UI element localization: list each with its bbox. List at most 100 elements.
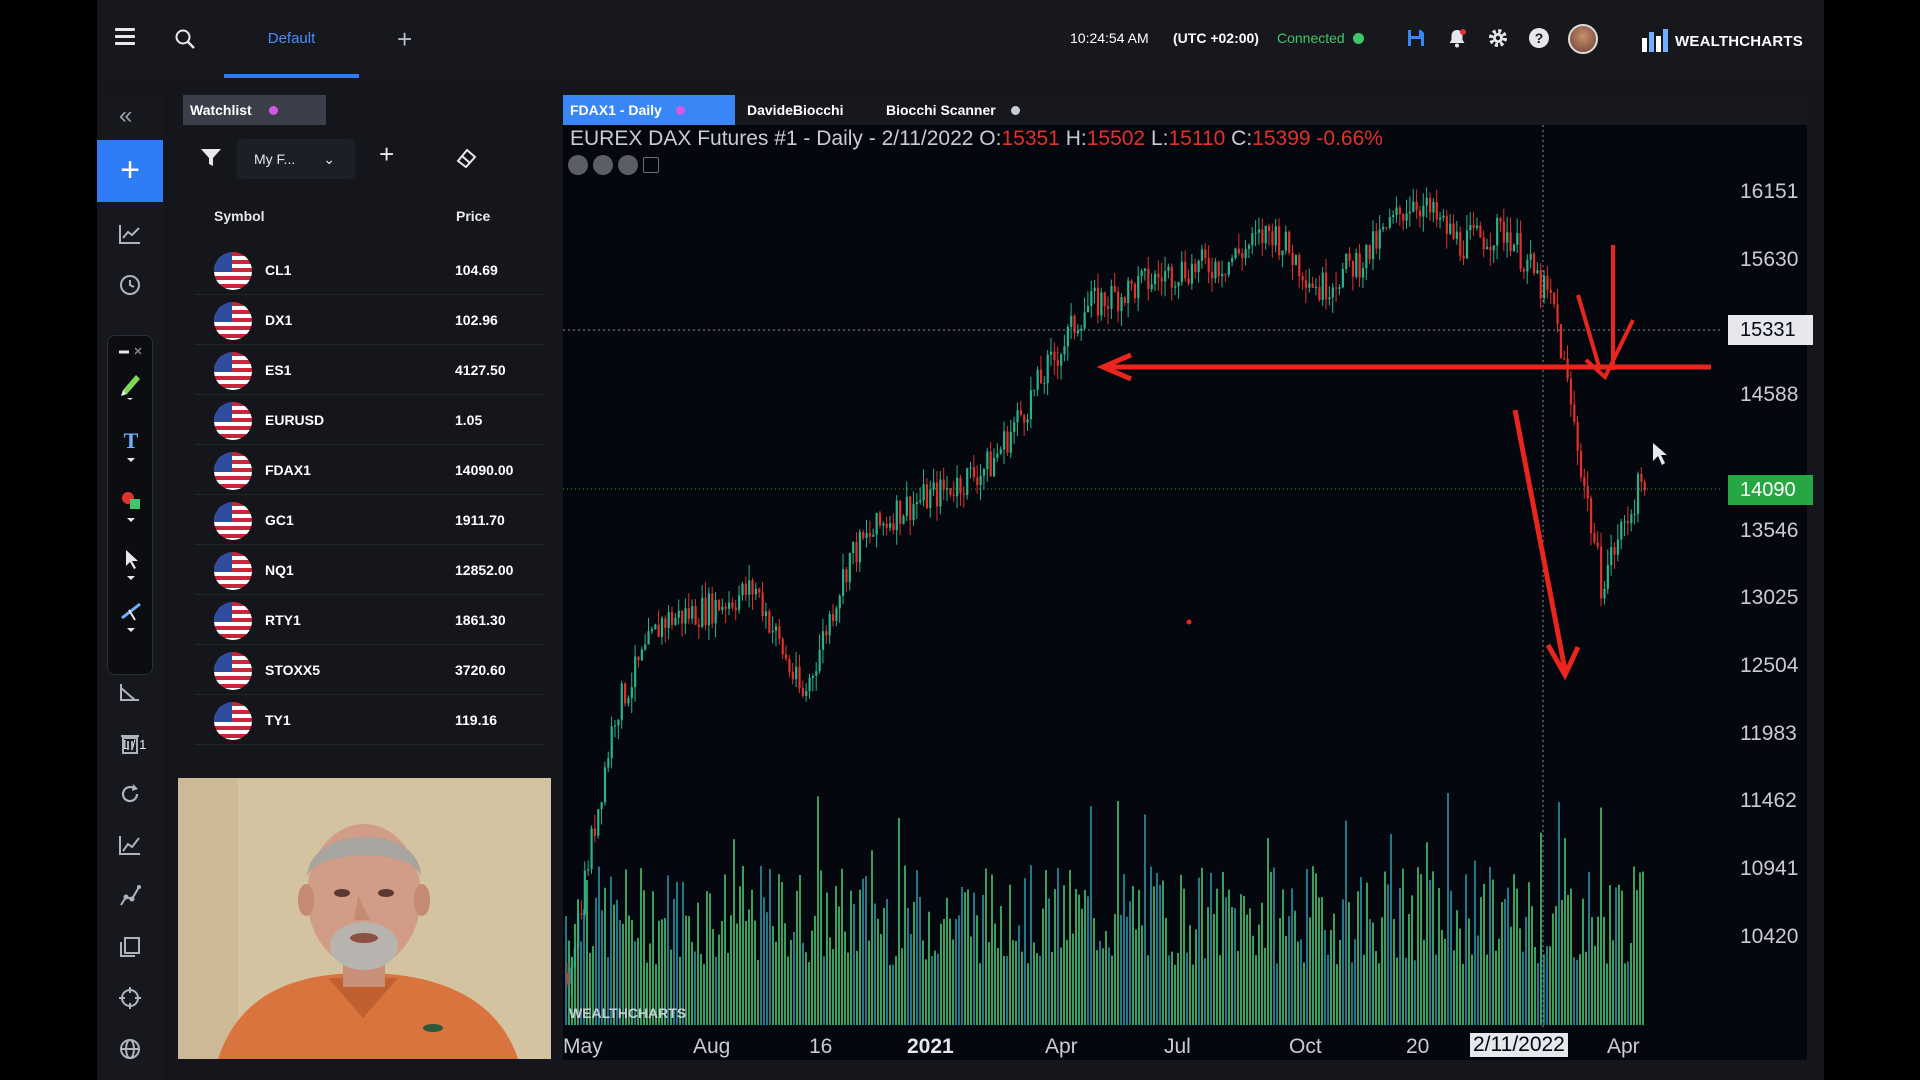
add-pane-icon[interactable] bbox=[643, 157, 659, 173]
timezone-label[interactable]: (UTC +02:00) bbox=[1173, 30, 1259, 46]
gear-icon[interactable] bbox=[1487, 27, 1509, 49]
minimize-icon[interactable] bbox=[117, 346, 143, 368]
volume-bar bbox=[970, 936, 972, 1025]
candle-body bbox=[1284, 231, 1287, 251]
volume-bar bbox=[1516, 888, 1518, 1025]
watchlist-row[interactable]: TY1 119.16 bbox=[195, 695, 545, 745]
copy-icon[interactable] bbox=[118, 935, 142, 959]
tab-watchlist[interactable]: Watchlist bbox=[183, 95, 326, 125]
help-icon[interactable]: ? bbox=[1528, 27, 1550, 49]
collapse-up-icon[interactable] bbox=[618, 155, 638, 175]
candle-body bbox=[1157, 273, 1160, 278]
watchlist-symbol: ES1 bbox=[265, 362, 292, 378]
candle-body bbox=[1056, 360, 1059, 366]
chart-plot[interactable] bbox=[563, 125, 1720, 1030]
clock-icon[interactable] bbox=[118, 273, 142, 297]
candle-body bbox=[1006, 431, 1009, 453]
tab-biocchi-scanner[interactable]: Biocchi Scanner bbox=[879, 95, 1020, 125]
tab-default[interactable]: Default bbox=[224, 0, 359, 78]
watchlist-row[interactable]: FDAX1 14090.00 bbox=[195, 445, 545, 495]
watchlist-symbol: FDAX1 bbox=[265, 462, 311, 478]
price-axis[interactable]: 1615115630151091458813546130251250411983… bbox=[1720, 125, 1813, 1025]
tab-color-dot-icon[interactable] bbox=[676, 106, 685, 115]
volume-bar bbox=[730, 915, 732, 1025]
shapes-icon[interactable] bbox=[119, 488, 143, 522]
collapse-panel-icon[interactable]: « bbox=[119, 102, 132, 130]
trash-icon[interactable] bbox=[118, 731, 142, 755]
volume-bar bbox=[709, 893, 711, 1025]
volume-bar bbox=[1615, 887, 1617, 1025]
candle-body bbox=[888, 523, 892, 528]
candle-body bbox=[1546, 275, 1549, 290]
volume-bar bbox=[1429, 880, 1431, 1025]
search-icon[interactable] bbox=[174, 28, 196, 50]
candle-body bbox=[1086, 305, 1090, 313]
candle-body bbox=[942, 479, 945, 490]
save-icon[interactable] bbox=[1405, 27, 1427, 49]
volume-bar bbox=[1048, 898, 1050, 1025]
watchlist-row[interactable]: STOXX5 3720.60 bbox=[195, 645, 545, 695]
tab-fdax1-daily[interactable]: FDAX1 - Daily bbox=[563, 95, 735, 125]
watchlist-row[interactable]: EURUSD 1.05 bbox=[195, 395, 545, 445]
candle-body bbox=[1563, 358, 1566, 360]
eraser-icon[interactable] bbox=[455, 147, 477, 169]
watchlist-selector-value: My F... bbox=[254, 151, 296, 167]
volume-bar bbox=[1366, 882, 1368, 1025]
hide-indicators-icon[interactable] bbox=[568, 155, 588, 175]
price-chart[interactable]: EUREX DAX Futures #1 - Daily - 2/11/2022… bbox=[563, 125, 1813, 1060]
add-symbol-button[interactable]: + bbox=[379, 139, 394, 170]
candle-body bbox=[1053, 351, 1056, 361]
add-button[interactable]: + bbox=[97, 140, 163, 202]
candle-body bbox=[821, 631, 825, 650]
volume-bar bbox=[1132, 886, 1134, 1025]
watchlist-color-dot-icon[interactable] bbox=[269, 106, 278, 115]
volume-bar bbox=[856, 950, 858, 1025]
pencil-icon[interactable] bbox=[119, 370, 143, 400]
trendline-icon[interactable] bbox=[119, 598, 143, 632]
measure-icon[interactable] bbox=[118, 680, 142, 704]
candle-body bbox=[1569, 378, 1573, 405]
user-avatar[interactable] bbox=[1568, 24, 1598, 54]
watchlist-selector[interactable]: My F... ⌄ bbox=[237, 139, 355, 179]
time-axis[interactable]: Apr 20 Oct Jul Apr 2021 16 Aug May 2/11/2022 bbox=[563, 1033, 1720, 1060]
watchlist-row[interactable]: RTY1 1861.30 bbox=[195, 595, 545, 645]
volume-bar bbox=[1285, 936, 1287, 1025]
collapse-down-icon[interactable] bbox=[593, 155, 613, 175]
candle-body bbox=[1435, 201, 1438, 220]
volume-bar bbox=[1186, 952, 1188, 1025]
watchlist-row[interactable]: CL1 104.69 bbox=[195, 245, 545, 295]
watchlist-row[interactable]: DX1 102.96 bbox=[195, 295, 545, 345]
tab-davidebiocchi[interactable]: DavideBiocchi bbox=[740, 95, 843, 125]
volume-bar bbox=[1162, 880, 1164, 1025]
hamburger-menu-icon[interactable] bbox=[115, 28, 135, 46]
text-tool-icon[interactable]: T bbox=[119, 428, 143, 462]
column-header-symbol[interactable]: Symbol bbox=[214, 208, 265, 224]
watchlist-row[interactable]: ES1 4127.50 bbox=[195, 345, 545, 395]
cursor-icon[interactable] bbox=[119, 546, 143, 580]
volume-bar bbox=[736, 923, 738, 1025]
volume-bar bbox=[823, 956, 825, 1025]
volume-bar bbox=[904, 865, 906, 1025]
strategy-icon[interactable] bbox=[118, 884, 142, 908]
candle-body bbox=[1009, 431, 1012, 453]
indicator-icon[interactable] bbox=[118, 833, 142, 857]
volume-bar bbox=[1090, 806, 1092, 1025]
volume-bar bbox=[1237, 950, 1239, 1025]
bell-icon[interactable] bbox=[1446, 27, 1468, 49]
volume-bar bbox=[955, 918, 957, 1025]
watchlist-row[interactable]: GC1 1911.70 bbox=[195, 495, 545, 545]
filter-icon[interactable] bbox=[200, 148, 222, 168]
crosshair-icon[interactable] bbox=[118, 986, 142, 1010]
volume-bar bbox=[913, 901, 915, 1025]
candle-body bbox=[1184, 261, 1187, 279]
add-layout-button[interactable]: + bbox=[397, 24, 412, 55]
volume-bar bbox=[1378, 963, 1380, 1025]
column-header-price[interactable]: Price bbox=[456, 208, 490, 224]
globe-icon[interactable] bbox=[118, 1037, 142, 1061]
chart-type-icon[interactable] bbox=[118, 222, 142, 246]
refresh-icon[interactable] bbox=[118, 782, 142, 806]
watchlist-row[interactable]: NQ1 12852.00 bbox=[195, 545, 545, 595]
volume-bar bbox=[1075, 888, 1077, 1025]
volume-bar bbox=[1570, 888, 1572, 1025]
candle-body bbox=[912, 503, 915, 521]
